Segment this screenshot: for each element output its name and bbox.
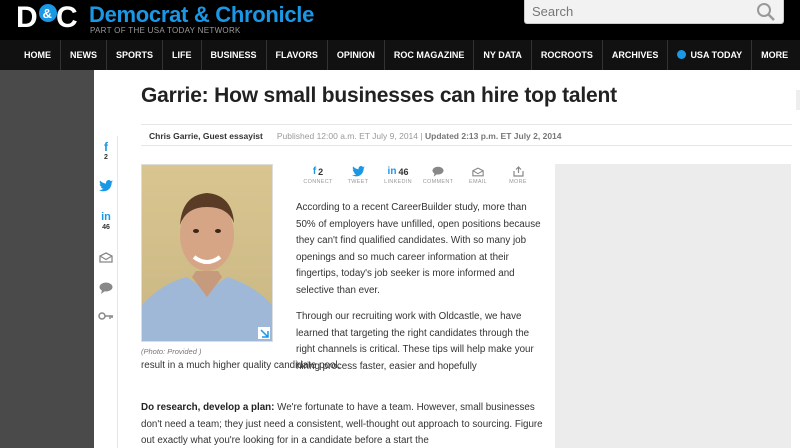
nav-ny-data[interactable]: NY DATA	[474, 40, 532, 70]
svg-text:C: C	[56, 1, 78, 32]
share-twitter-button[interactable]	[94, 180, 118, 192]
toolbar-email-button[interactable]: EMAIL	[458, 164, 498, 188]
brand-name[interactable]: Democrat & Chronicle	[89, 2, 314, 28]
nav-archives[interactable]: ARCHIVES	[603, 40, 669, 70]
twitter-icon	[99, 180, 113, 192]
toolbar-connect-count: 2	[318, 166, 324, 177]
paragraph-3-lead: Do research, develop a plan:	[141, 402, 275, 413]
share-facebook-button[interactable]: f 2	[94, 140, 118, 161]
share-linkedin-button[interactable]: in 46	[94, 210, 118, 231]
toolbar-linkedin-count: 46	[398, 166, 409, 177]
main-nav: HOME NEWS SPORTS LIFE BUSINESS FLAVORS O…	[0, 40, 800, 70]
toolbar-more-button[interactable]: MORE	[498, 164, 538, 188]
nav-life[interactable]: LIFE	[163, 40, 202, 70]
nav-opinion[interactable]: OPINION	[328, 40, 385, 70]
share-linkedin-count: 46	[102, 224, 110, 231]
updated-timestamp: Updated 2:13 p.m. ET July 2, 2014	[424, 131, 562, 141]
toolbar-more-label: MORE	[509, 179, 527, 185]
svg-text:&: &	[43, 6, 52, 21]
facebook-icon: f	[312, 166, 317, 177]
network-tagline: PART OF THE USA TODAY NETWORK	[90, 26, 241, 35]
toolbar-email-label: EMAIL	[468, 179, 487, 185]
ad-slot[interactable]	[555, 164, 791, 448]
left-rail	[0, 70, 94, 448]
share-rail: f 2 in 46	[94, 136, 118, 448]
nav-sports[interactable]: SPORTS	[107, 40, 164, 70]
share-arrow-icon	[512, 166, 524, 177]
published-timestamp: Published 12:00 a.m. ET July 9, 2014	[276, 131, 419, 141]
comment-icon	[432, 166, 444, 177]
search-icon[interactable]	[755, 1, 777, 23]
linkedin-icon: in	[387, 166, 397, 177]
photo-caption: (Photo: Provided )	[141, 347, 202, 356]
toolbar-tweet-label: TWEET	[347, 179, 369, 185]
nav-business[interactable]: BUSINESS	[202, 40, 267, 70]
toolbar-linkedin-button[interactable]: in 46 LINKEDIN	[378, 164, 418, 188]
top-header: D C & Democrat & Chronicle PART OF THE U…	[0, 0, 800, 40]
nav-usa-today[interactable]: USA TODAY	[668, 40, 753, 70]
usa-today-dot-icon	[677, 50, 687, 59]
key-icon	[98, 312, 113, 320]
dc-logo[interactable]: D C &	[14, 0, 82, 32]
nav-news[interactable]: NEWS	[61, 40, 107, 70]
article-headline: Garrie: How small businesses can hire to…	[141, 84, 617, 107]
nav-flavors[interactable]: FLAVORS	[267, 40, 328, 70]
paragraph-1: According to a recent CareerBuilder stud…	[296, 202, 541, 296]
email-icon	[472, 167, 484, 176]
email-icon	[99, 252, 113, 263]
nav-rocroots[interactable]: ROCROOTS	[532, 40, 603, 70]
search-input[interactable]	[525, 0, 745, 22]
author-photo[interactable]	[141, 164, 273, 342]
byline: Chris Garrie, Guest essayist Published 12…	[141, 124, 792, 146]
share-facebook-count: 2	[104, 154, 108, 161]
author-name[interactable]: Chris Garrie, Guest essayist	[149, 131, 263, 141]
share-more-button[interactable]	[94, 312, 118, 320]
right-edge-strip	[796, 90, 800, 110]
twitter-icon	[351, 166, 365, 177]
share-email-button[interactable]	[94, 252, 118, 263]
nav-more[interactable]: MORE	[752, 40, 797, 70]
toolbar-tweet-button[interactable]: TWEET	[338, 164, 378, 188]
paragraph-3: Do research, develop a plan: We're fortu…	[141, 400, 544, 448]
nav-home[interactable]: HOME	[14, 40, 61, 70]
toolbar-comment-button[interactable]: COMMENT	[418, 164, 458, 188]
linkedin-icon: in	[101, 211, 111, 223]
paragraph-2-continued: result in a much higher quality candidat…	[141, 360, 341, 371]
nav-usa-today-label: USA TODAY	[690, 50, 743, 60]
search-box	[524, 0, 784, 24]
toolbar-connect-button[interactable]: f2 CONNECT	[298, 164, 338, 188]
author-portrait	[142, 165, 272, 341]
byline-separator: |	[420, 131, 423, 141]
share-comment-button[interactable]	[94, 282, 118, 294]
nav-roc-magazine[interactable]: ROC MAGAZINE	[385, 40, 475, 70]
toolbar-connect-label: CONNECT	[303, 179, 333, 185]
toolbar-linkedin-label: LINKEDIN	[384, 179, 412, 185]
svg-text:D: D	[16, 1, 38, 32]
share-toolbar: f2 CONNECT TWEET in 46 LINKEDIN COMMENT E…	[298, 164, 538, 188]
facebook-icon: f	[104, 140, 108, 154]
comment-icon	[99, 282, 113, 294]
toolbar-comment-label: COMMENT	[422, 179, 454, 185]
